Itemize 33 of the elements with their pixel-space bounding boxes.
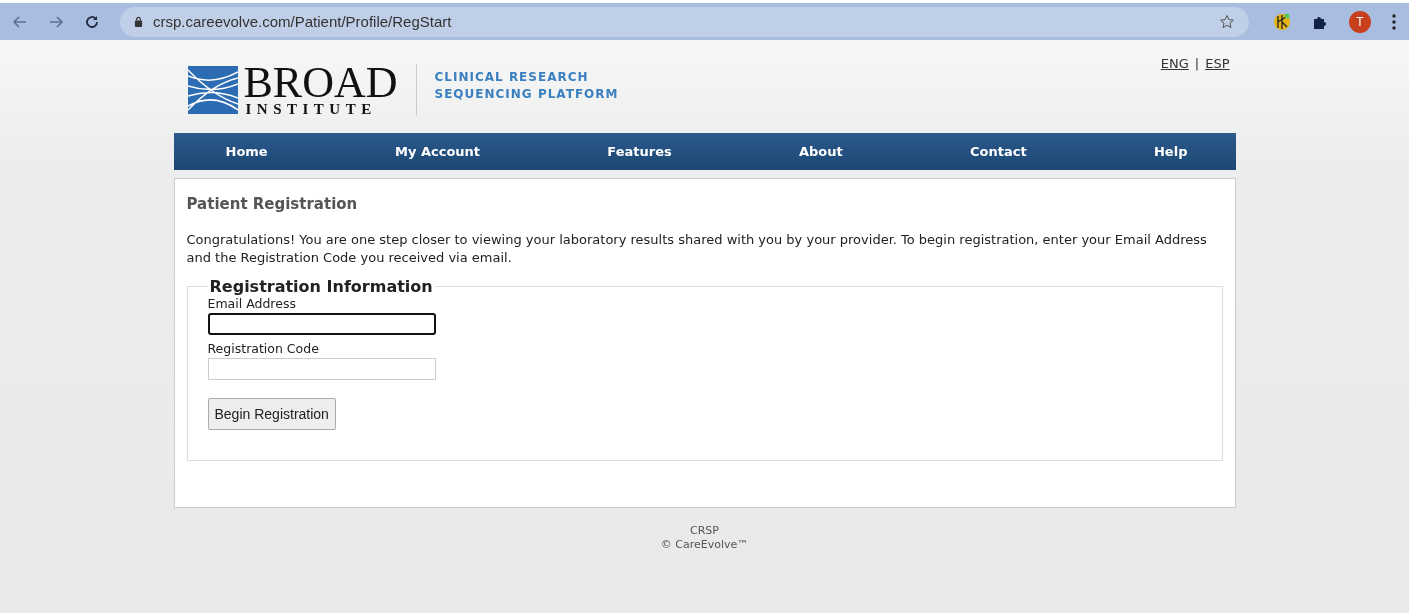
star-icon[interactable] bbox=[1219, 13, 1235, 30]
form-legend: Registration Information bbox=[207, 277, 435, 296]
field-label: Email Address bbox=[207, 296, 297, 311]
nav-link[interactable]: About bbox=[799, 144, 843, 159]
nav-link[interactable]: My Account bbox=[394, 144, 481, 159]
menu-icon[interactable] bbox=[1391, 12, 1397, 31]
field-label: Registration Code bbox=[207, 341, 320, 356]
language-link[interactable]: ENG bbox=[1160, 56, 1189, 71]
page-title: Patient Registration bbox=[186, 195, 359, 213]
separator-text: | bbox=[1194, 56, 1200, 71]
nav-link[interactable]: Help bbox=[1154, 144, 1188, 159]
nav-link[interactable]: Features bbox=[607, 144, 672, 159]
begin-registration-button[interactable]: Begin Registration bbox=[207, 398, 336, 430]
language-link[interactable]: ESP bbox=[1205, 56, 1230, 71]
logo-mark-icon bbox=[187, 66, 238, 114]
tagline-text: SEQUENCING PLATFORM bbox=[434, 86, 619, 101]
footer-text: © CareEvolve™ bbox=[660, 538, 749, 551]
reload-icon[interactable] bbox=[84, 13, 100, 30]
logo-wordmark: BROAD bbox=[243, 63, 398, 102]
forward-icon[interactable] bbox=[48, 13, 64, 30]
extension-icon[interactable] bbox=[1273, 12, 1291, 31]
profile-avatar[interactable]: T bbox=[1349, 10, 1371, 33]
nav-link[interactable]: Contact bbox=[970, 144, 1027, 159]
logo-subtitle: INSTITUTE bbox=[245, 101, 378, 117]
url-text: crsp.careevolve.com/Patient/Profile/RegStart bbox=[153, 13, 453, 30]
address-bar[interactable]: crsp.careevolve.com/Patient/Profile/RegStart bbox=[120, 6, 1249, 37]
tagline-text: CLINICAL RESEARCH bbox=[434, 69, 590, 84]
lock-icon bbox=[134, 16, 143, 27]
nav-link[interactable]: Home bbox=[225, 144, 268, 159]
input-field[interactable] bbox=[207, 313, 436, 335]
back-icon[interactable] bbox=[12, 13, 28, 30]
footer-text: CRSP bbox=[690, 524, 719, 537]
intro-text: Congratulations! You are one step closer to viewing your laboratory results shared with you by your provider. To begin registration, enter your Email Address and the Registration Code you received via email. bbox=[186, 231, 1208, 267]
